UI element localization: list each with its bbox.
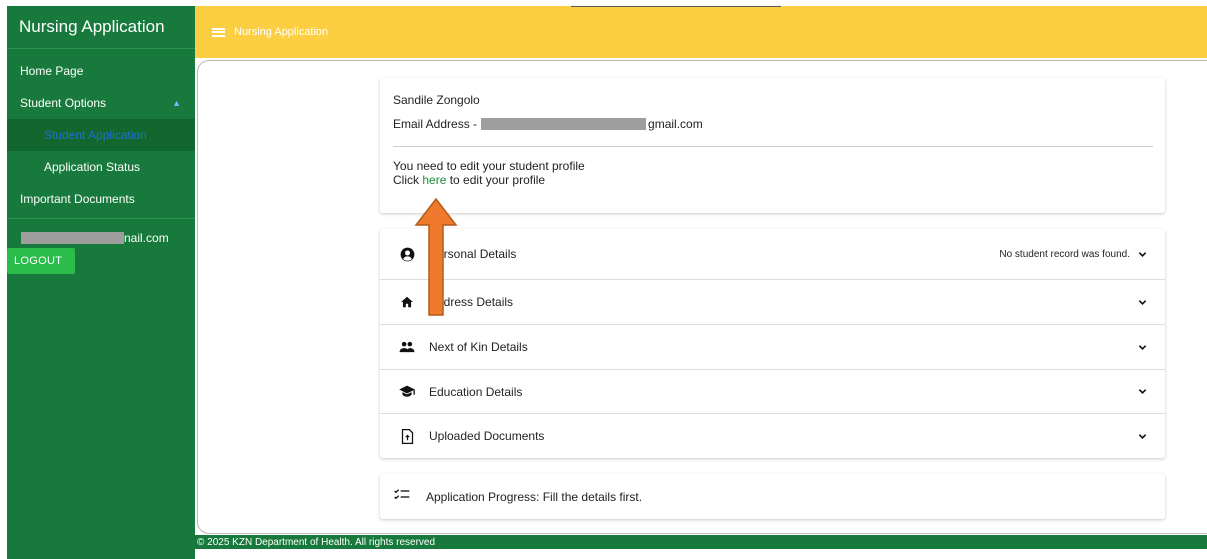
application-progress-text: Application Progress: Fill the details f… xyxy=(426,489,643,504)
home-icon xyxy=(399,294,415,310)
sidebar-item-label: Home Page xyxy=(20,64,84,78)
email-suffix: gmail.com xyxy=(648,117,703,131)
edit-profile-text: to edit your profile xyxy=(449,173,546,187)
menu-icon[interactable] xyxy=(212,27,225,37)
upload-file-icon xyxy=(399,428,415,444)
redacted-email-block xyxy=(481,118,647,130)
chevron-down-icon xyxy=(1138,344,1147,350)
sidebar: Nursing Application Home Page Student Op… xyxy=(7,6,195,559)
graduation-cap-icon xyxy=(399,384,415,400)
people-icon xyxy=(399,339,415,355)
section-address-details[interactable]: Address Details xyxy=(380,280,1165,325)
top-bar-title: Nursing Application xyxy=(234,26,329,38)
edit-profile-line: Click here to edit your profile xyxy=(393,173,1153,187)
sidebar-item-student-application[interactable]: Student Application xyxy=(7,119,195,151)
sidebar-item-student-options[interactable]: Student Options ▲ xyxy=(7,87,195,119)
user-email-suffix: nail.com xyxy=(124,231,169,245)
chevron-down-icon xyxy=(1138,389,1147,394)
student-name: Sandile Zongolo xyxy=(393,93,480,107)
section-education-details[interactable]: Education Details xyxy=(380,370,1165,414)
sidebar-divider xyxy=(7,218,195,219)
application-progress-card: Application Progress: Fill the details f… xyxy=(380,474,1165,519)
chevron-up-icon: ▲ xyxy=(172,98,181,108)
details-accordion: Personal Details No student record was f… xyxy=(380,229,1165,458)
sidebar-item-home[interactable]: Home Page xyxy=(7,55,195,87)
annotation-arrow xyxy=(414,197,458,316)
profile-card: Sandile Zongolo Email Address - gmail.co… xyxy=(380,78,1165,213)
logout-button[interactable]: LOGOUT xyxy=(7,248,75,274)
section-note: No student record was found. xyxy=(999,248,1130,260)
chevron-down-icon xyxy=(1138,433,1147,439)
sidebar-item-label: Student Options xyxy=(20,96,107,110)
edit-profile-link[interactable]: here xyxy=(422,173,446,187)
checklist-icon xyxy=(394,489,410,504)
section-next-of-kin-details[interactable]: Next of Kin Details xyxy=(380,325,1165,370)
section-label: Next of Kin Details xyxy=(429,340,528,354)
chevron-down-icon xyxy=(1138,299,1147,305)
redacted-email-block xyxy=(21,232,124,244)
sidebar-item-application-status[interactable]: Application Status xyxy=(7,151,195,183)
email-line: Email Address - gmail.com xyxy=(393,117,1153,131)
sidebar-item-important-documents[interactable]: Important Documents xyxy=(7,183,195,215)
sidebar-item-label: Important Documents xyxy=(20,192,135,206)
sidebar-item-label: Application Status xyxy=(44,160,141,174)
footer: © 2025 KZN Department of Health. All rig… xyxy=(195,535,1207,549)
divider xyxy=(393,146,1153,147)
section-label: Education Details xyxy=(429,384,523,399)
section-personal-details[interactable]: Personal Details No student record was f… xyxy=(380,229,1165,280)
account-circle-icon xyxy=(399,246,415,262)
click-text: Click xyxy=(393,173,419,187)
section-uploaded-documents[interactable]: Uploaded Documents xyxy=(380,414,1165,458)
chevron-down-icon xyxy=(1138,251,1147,257)
section-label: Uploaded Documents xyxy=(429,429,545,443)
top-bar: Nursing Application xyxy=(195,6,1207,58)
app-title: Nursing Application xyxy=(7,6,195,49)
sidebar-item-label: Student Application xyxy=(44,128,147,142)
profile-notice: You need to edit your student profile xyxy=(393,159,585,173)
email-label: Email Address - xyxy=(393,117,478,131)
top-bar-rule xyxy=(571,6,781,7)
